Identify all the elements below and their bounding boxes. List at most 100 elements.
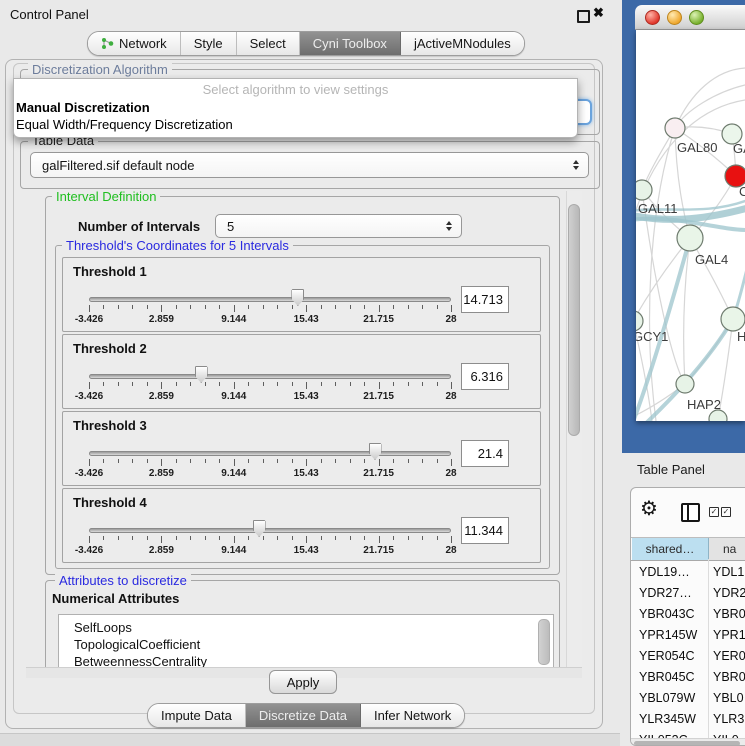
- tab-jactivemnodules[interactable]: jActiveMNodules: [401, 32, 524, 55]
- tick-mark: [393, 382, 394, 386]
- checkbox-icon[interactable]: ✓: [709, 507, 719, 517]
- cyni-bottom-tabs: Impute Data Discretize Data Infer Networ…: [147, 703, 465, 728]
- table-data-combobox[interactable]: galFiltered.sif default node: [30, 152, 589, 178]
- cell-shared-name: YDL19…: [639, 562, 690, 583]
- tab-label: Impute Data: [161, 708, 232, 723]
- slider-thumb[interactable]: [369, 443, 382, 460]
- tick-mark: [248, 382, 249, 386]
- network-canvas[interactable]: GAL80GACGAL11GAL4GCY1HHAP2: [636, 30, 745, 421]
- gear-icon[interactable]: ⚙: [640, 499, 658, 519]
- threshold-value-field[interactable]: 14.713: [461, 286, 509, 313]
- table-row[interactable]: YDL19…YDL1: [631, 562, 745, 583]
- slider-track[interactable]: [89, 451, 451, 456]
- tick-mark: [248, 459, 249, 463]
- tick-mark: [350, 536, 351, 540]
- slider-thumb[interactable]: [253, 520, 266, 537]
- tab-infer-network[interactable]: Infer Network: [361, 704, 464, 727]
- tick-mark: [190, 459, 191, 463]
- slider-track[interactable]: [89, 297, 451, 302]
- threshold-label: Threshold 3: [73, 418, 147, 433]
- tick-mark: [393, 536, 394, 540]
- attribute-list-item[interactable]: SelfLoops: [59, 619, 544, 636]
- column-header-shared-name[interactable]: shared…: [632, 538, 709, 560]
- column-header-name[interactable]: na: [709, 538, 745, 560]
- num-intervals-value: 5: [227, 219, 234, 234]
- tab-label: Network: [119, 36, 167, 51]
- tick-mark: [190, 382, 191, 386]
- tick-mark: [118, 536, 119, 540]
- network-node[interactable]: [665, 118, 685, 138]
- apply-button[interactable]: Apply: [269, 670, 337, 694]
- tick-mark: [176, 382, 177, 386]
- tab-select[interactable]: Select: [237, 32, 300, 55]
- tab-cyni-toolbox[interactable]: Cyni Toolbox: [300, 32, 401, 55]
- tab-impute-data[interactable]: Impute Data: [148, 704, 246, 727]
- table-row[interactable]: YBR043CYBR0: [631, 604, 745, 625]
- network-node[interactable]: [677, 225, 703, 251]
- column-layout-icon[interactable]: [681, 503, 700, 522]
- table-row[interactable]: YER054C YER0: [631, 646, 745, 667]
- table-row[interactable]: YBR045CYBR0: [631, 667, 745, 688]
- tick-label: 28: [429, 468, 473, 479]
- cell-name: YDR2: [713, 583, 745, 604]
- numerical-attributes-list[interactable]: SelfLoopsTopologicalCoefficientBetweenne…: [58, 614, 554, 670]
- popup-item-equal-width-frequency[interactable]: Equal Width/Frequency Discretization: [14, 116, 577, 133]
- attribute-list-item[interactable]: TopologicalCoefficient: [59, 636, 544, 653]
- tab-network[interactable]: Network: [88, 32, 181, 55]
- network-node[interactable]: [721, 307, 745, 331]
- tab-discretize-data[interactable]: Discretize Data: [246, 704, 361, 727]
- spinner-stepper-icon: [446, 221, 452, 231]
- tick-mark: [103, 536, 104, 540]
- table-panel-title: Table Panel: [637, 462, 705, 477]
- combo-stepper-icon: [573, 160, 579, 170]
- table-row[interactable]: YLR345WYLR3: [631, 709, 745, 730]
- tick-label: -3.426: [67, 545, 111, 556]
- zoom-traffic-light-icon[interactable]: [689, 10, 704, 25]
- tick-mark: [234, 459, 235, 466]
- cell-shared-name: YLR345W: [639, 709, 696, 730]
- tick-mark: [161, 382, 162, 389]
- cell-name: YPR1: [713, 625, 745, 646]
- table-row[interactable]: YPR145W YPR1: [631, 625, 745, 646]
- threshold-value-field[interactable]: 6.316: [461, 363, 509, 390]
- tick-mark: [292, 459, 293, 463]
- tick-label: -3.426: [67, 314, 111, 325]
- table-row[interactable]: YDR27…YDR2: [631, 583, 745, 604]
- tick-mark: [408, 382, 409, 386]
- network-node[interactable]: [636, 180, 652, 200]
- tick-mark: [277, 459, 278, 463]
- tick-label: 21.715: [357, 468, 401, 479]
- tick-mark: [176, 305, 177, 309]
- minimize-traffic-light-icon[interactable]: [667, 10, 682, 25]
- settings-vscrollbar-thumb[interactable]: [568, 204, 580, 436]
- slider-thumb[interactable]: [195, 366, 208, 383]
- close-icon[interactable]: ✖: [593, 5, 604, 21]
- threshold-value-field[interactable]: 11.344: [461, 517, 509, 544]
- threshold-value-field[interactable]: 21.4: [461, 440, 509, 467]
- network-node[interactable]: [676, 375, 694, 393]
- popup-item-manual-discretization[interactable]: Manual Discretization: [14, 99, 577, 116]
- table-row[interactable]: YBL079WYBL0: [631, 688, 745, 709]
- tick-label: 21.715: [357, 314, 401, 325]
- network-node[interactable]: [636, 311, 643, 331]
- tick-label: 2.859: [139, 468, 183, 479]
- cell-name: YER0: [713, 646, 745, 667]
- tick-mark: [89, 536, 90, 543]
- slider-thumb[interactable]: [291, 289, 304, 306]
- tick-label: -3.426: [67, 391, 111, 402]
- tick-label: 9.144: [212, 468, 256, 479]
- num-intervals-spinner[interactable]: 5: [215, 214, 462, 238]
- tick-mark: [161, 536, 162, 543]
- cell-shared-name: YER054C: [639, 646, 695, 667]
- network-node-label: GA: [733, 141, 745, 156]
- checkbox-icon[interactable]: ✓: [721, 507, 731, 517]
- tab-style[interactable]: Style: [181, 32, 237, 55]
- network-window-titlebar[interactable]: [635, 5, 745, 30]
- float-window-icon[interactable]: [577, 10, 590, 23]
- tick-label: 28: [429, 314, 473, 325]
- cell-shared-name: YPR145W: [639, 625, 697, 646]
- close-traffic-light-icon[interactable]: [645, 10, 660, 25]
- cell-name: YBR0: [713, 667, 745, 688]
- slider-track[interactable]: [89, 374, 451, 379]
- slider-track[interactable]: [89, 528, 451, 533]
